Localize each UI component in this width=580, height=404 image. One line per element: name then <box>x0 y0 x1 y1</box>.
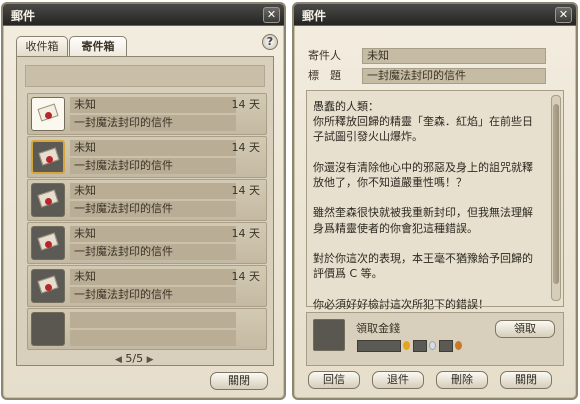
mailbox-window: 郵件 ✕ 收件箱 寄件箱 ? 未知 一封魔法封印的信件 14 天 未知 一封魔法… <box>1 2 286 400</box>
sender-label: 寄件人 <box>308 49 341 62</box>
subject-value: 一封魔法封印的信件 <box>362 68 546 84</box>
sealed-letter-icon <box>31 183 65 217</box>
coin-gold-icon <box>403 341 410 350</box>
mail-expiry-days: 14 天 <box>231 98 261 111</box>
mail-body: 愚蠢的人類： 你所釋放回歸的精靈「奎森．紅焰」在前些日子試圖引發火山爆炸。 你還… <box>306 90 564 311</box>
mail-item[interactable]: 未知 一封魔法封印的信件 14 天 <box>27 179 267 221</box>
pager: ◀ 5/5 ▶ <box>115 352 154 365</box>
sealed-letter-icon <box>31 226 65 260</box>
mail-subject: 一封魔法封印的信件 <box>70 244 236 260</box>
left-arrow-icon[interactable]: ◀ <box>115 355 122 365</box>
tab-outbox[interactable]: 寄件箱 <box>69 36 127 56</box>
reader-title: 郵件 <box>302 9 327 23</box>
mail-expiry-days: 14 天 <box>231 141 261 154</box>
mail-expiry-days: 14 天 <box>231 270 261 283</box>
claim-money-button[interactable]: 領取 <box>495 320 555 338</box>
sealed-letter-icon <box>31 97 65 131</box>
mail-subject: 一封魔法封印的信件 <box>70 201 236 217</box>
delete-button[interactable]: 刪除 <box>436 371 488 389</box>
attachment-panel: 領取金錢 領取 <box>306 312 564 366</box>
close-button[interactable]: 關閉 <box>210 372 268 390</box>
mail-expiry-days: 14 天 <box>231 184 261 197</box>
silver-amount-box <box>413 340 427 352</box>
mail-list-header <box>25 65 265 87</box>
mail-subject: 一封魔法封印的信件 <box>70 158 236 174</box>
mailbox-title: 郵件 <box>11 9 36 23</box>
mail-item[interactable]: 未知 一封魔法封印的信件 14 天 <box>27 265 267 307</box>
mail-list: 未知 一封魔法封印的信件 14 天 未知 一封魔法封印的信件 14 天 未知 一… <box>16 56 274 366</box>
mail-item[interactable]: 未知 一封魔法封印的信件 14 天 <box>27 93 267 135</box>
mail-sender-empty <box>70 312 236 328</box>
scrollbar[interactable] <box>551 95 561 301</box>
return-button[interactable]: 退件 <box>372 371 424 389</box>
mail-subject: 一封魔法封印的信件 <box>70 115 236 131</box>
mail-sender: 未知 <box>70 140 236 156</box>
mail-subject: 一封魔法封印的信件 <box>70 287 236 303</box>
tab-inbox[interactable]: 收件箱 <box>16 36 68 56</box>
mail-item-empty <box>27 308 267 350</box>
sealed-letter-icon <box>31 140 65 174</box>
empty-slot <box>31 312 65 346</box>
close-button[interactable]: 關閉 <box>500 371 552 389</box>
attachment-slot[interactable] <box>313 319 345 351</box>
attachment-label: 領取金錢 <box>356 322 400 335</box>
help-icon[interactable]: ? <box>262 34 278 50</box>
sealed-letter-icon <box>31 269 65 303</box>
mail-item[interactable]: 未知 一封魔法封印的信件 14 天 <box>27 136 267 178</box>
mail-subject-empty <box>70 330 236 346</box>
mail-sender: 未知 <box>70 97 236 113</box>
mail-reader-window: 郵件 ✕ 寄件人 未知 標 題 一封魔法封印的信件 愚蠢的人類： 你所釋放回歸的… <box>292 2 578 400</box>
scrollbar-thumb[interactable] <box>553 104 559 284</box>
reply-button[interactable]: 回信 <box>308 371 360 389</box>
page-indicator: 5/5 <box>125 352 144 365</box>
coin-copper-icon <box>455 341 462 350</box>
coin-silver-icon <box>429 341 436 350</box>
mail-sender: 未知 <box>70 226 236 242</box>
copper-amount-box <box>439 340 453 352</box>
right-arrow-icon[interactable]: ▶ <box>147 355 154 365</box>
reader-titlebar[interactable]: 郵件 ✕ <box>294 4 576 26</box>
mail-item[interactable]: 未知 一封魔法封印的信件 14 天 <box>27 222 267 264</box>
close-icon[interactable]: ✕ <box>263 7 280 23</box>
gold-amount-box <box>357 340 401 352</box>
sender-value: 未知 <box>362 48 546 64</box>
mail-expiry-days: 14 天 <box>231 227 261 240</box>
mail-sender: 未知 <box>70 269 236 285</box>
mailbox-titlebar[interactable]: 郵件 ✕ <box>3 4 284 26</box>
mail-body-text: 愚蠢的人類： 你所釋放回歸的精靈「奎森．紅焰」在前些日子試圖引發火山爆炸。 你還… <box>313 100 533 311</box>
close-icon[interactable]: ✕ <box>555 7 572 23</box>
subject-label: 標 題 <box>308 69 341 82</box>
mail-sender: 未知 <box>70 183 236 199</box>
